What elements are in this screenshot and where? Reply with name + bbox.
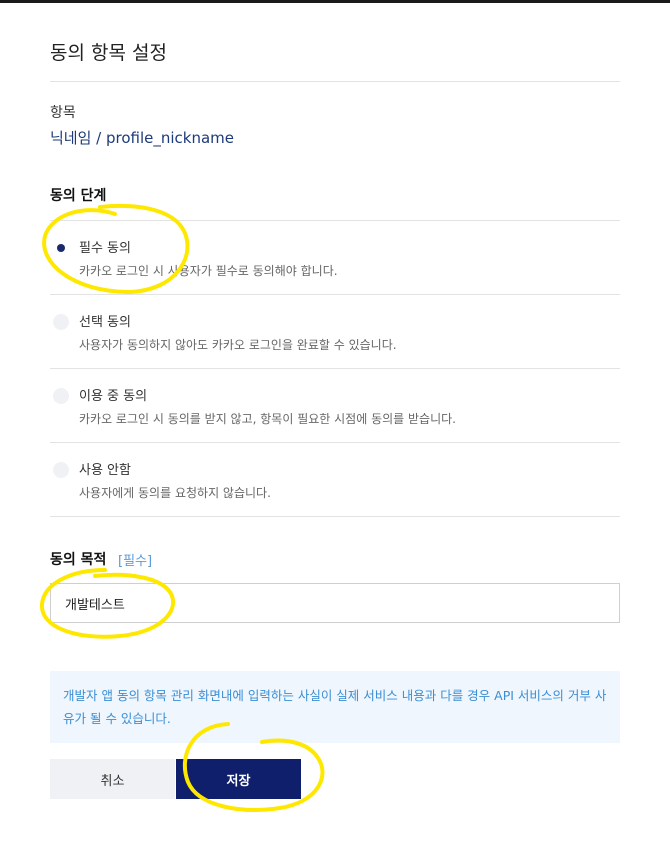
item-label: 항목: [50, 105, 76, 121]
radio-required-consent[interactable]: [53, 240, 69, 256]
consent-level-options: 필수 동의 카카오 로그인 시 사용자가 필수로 동의해야 합니다. 선택 동의…: [50, 220, 620, 517]
notice-box: 개발자 앱 동의 항목 관리 화면내에 입력하는 사실이 실제 서비스 내용과 …: [50, 671, 620, 743]
option-in-use-consent[interactable]: 이용 중 동의 카카오 로그인 시 동의를 받지 않고, 항목이 필요한 시점에…: [50, 369, 620, 443]
option-label: 이용 중 동의: [79, 389, 148, 404]
save-button[interactable]: 저장: [176, 759, 301, 799]
divider: [50, 81, 620, 82]
option-label: 필수 동의: [79, 241, 131, 256]
option-not-used[interactable]: 사용 안함 사용자에게 동의를 요청하지 않습니다.: [50, 443, 620, 517]
cancel-button[interactable]: 취소: [50, 759, 175, 799]
radio-not-used[interactable]: [53, 462, 69, 478]
required-tag: [필수]: [118, 554, 153, 569]
option-description: 사용자에게 동의를 요청하지 않습니다.: [79, 486, 271, 500]
option-label: 사용 안함: [79, 463, 131, 478]
option-description: 사용자가 동의하지 않아도 카카오 로그인을 완료할 수 있습니다.: [79, 338, 397, 352]
radio-optional-consent[interactable]: [53, 314, 69, 330]
option-description: 카카오 로그인 시 동의를 받지 않고, 항목이 필요한 시점에 동의를 받습니…: [79, 412, 456, 426]
option-label: 선택 동의: [79, 315, 131, 330]
consent-purpose-input[interactable]: [50, 583, 620, 623]
consent-level-title: 동의 단계: [50, 188, 107, 204]
option-optional-consent[interactable]: 선택 동의 사용자가 동의하지 않아도 카카오 로그인을 완료할 수 있습니다.: [50, 295, 620, 369]
radio-in-use-consent[interactable]: [53, 388, 69, 404]
option-description: 카카오 로그인 시 사용자가 필수로 동의해야 합니다.: [79, 264, 338, 278]
option-required-consent[interactable]: 필수 동의 카카오 로그인 시 사용자가 필수로 동의해야 합니다.: [50, 221, 620, 295]
item-value: 닉네임 / profile_nickname: [50, 129, 235, 147]
notice-text: 개발자 앱 동의 항목 관리 화면내에 입력하는 사실이 실제 서비스 내용과 …: [63, 688, 607, 726]
top-border: [0, 0, 670, 3]
page-title: 동의 항목 설정: [50, 42, 167, 64]
consent-purpose-title: 동의 목적: [50, 552, 107, 568]
